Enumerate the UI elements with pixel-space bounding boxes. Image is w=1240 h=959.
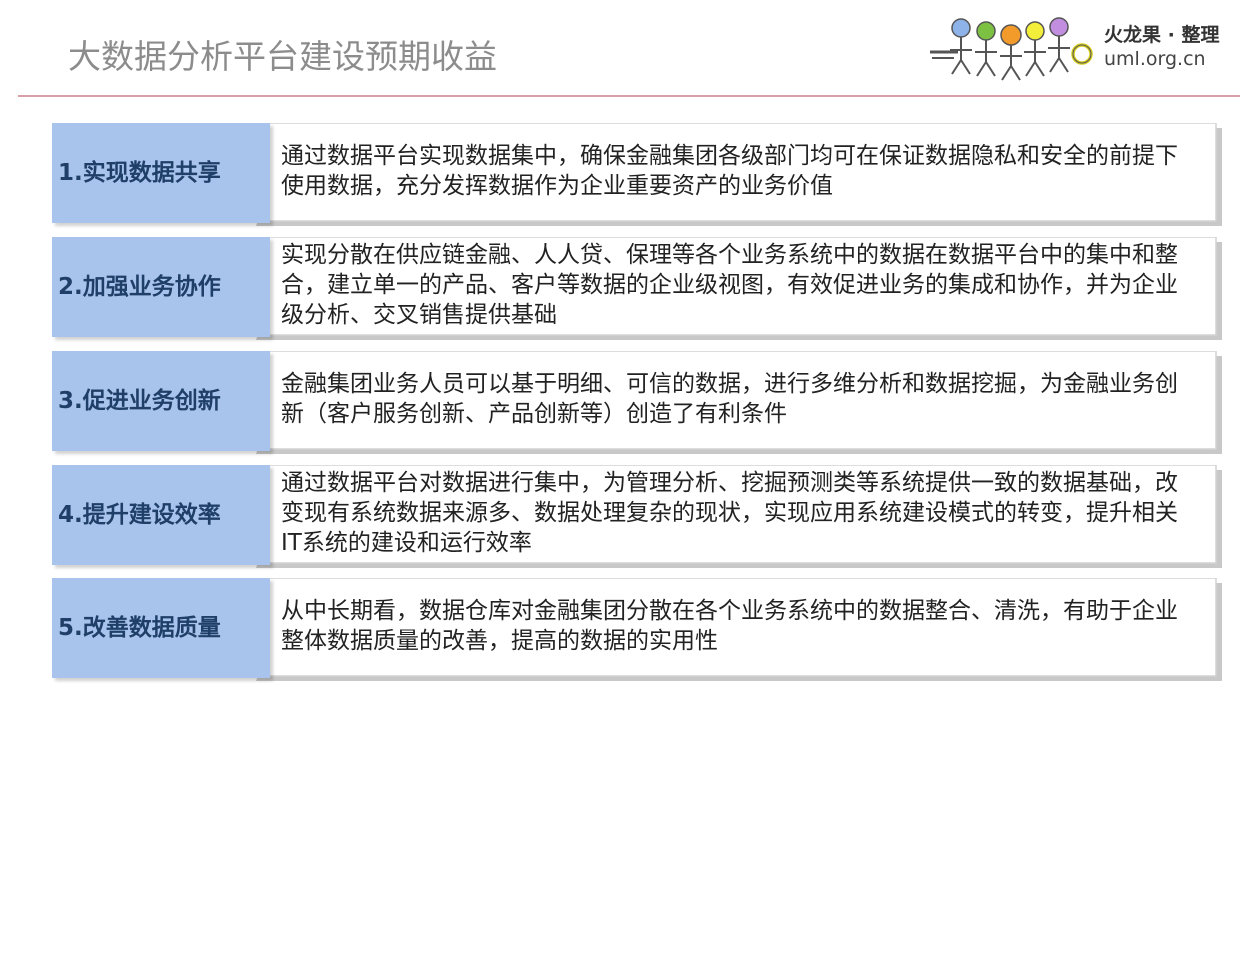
benefit-description-box: 从中长期看，数据仓库对金融集团分散在各个业务系统中的数据整合、清洗，有助于企业整… bbox=[248, 578, 1222, 681]
benefit-description-box: 金融集团业务人员可以基于明细、可信的数据，进行多维分析和数据挖掘，为金融业务创新… bbox=[248, 351, 1222, 454]
benefit-row: 通过数据平台实现数据集中，确保金融集团各级部门均可在保证数据隐私和安全的前提下使… bbox=[52, 123, 1224, 226]
benefit-label: 5.改善数据质量 bbox=[58, 615, 221, 641]
benefit-description: 实现分散在供应链金融、人人贷、保理等各个业务系统中的数据在数据平台中的集中和整合… bbox=[281, 242, 1178, 328]
benefit-row: 从中长期看，数据仓库对金融集团分散在各个业务系统中的数据整合、清洗，有助于企业整… bbox=[52, 578, 1224, 681]
benefit-label-box: 1.实现数据共享 bbox=[52, 123, 270, 223]
benefit-row: 金融集团业务人员可以基于明细、可信的数据，进行多维分析和数据挖掘，为金融业务创新… bbox=[52, 351, 1224, 454]
benefit-description-box: 通过数据平台实现数据集中，确保金融集团各级部门均可在保证数据隐私和安全的前提下使… bbox=[248, 123, 1222, 226]
benefit-label: 4.提升建设效率 bbox=[58, 502, 221, 528]
benefit-label-box: 2.加强业务协作 bbox=[52, 237, 270, 337]
benefit-description: 通过数据平台实现数据集中，确保金融集团各级部门均可在保证数据隐私和安全的前提下使… bbox=[281, 143, 1178, 199]
benefit-description-box: 实现分散在供应链金融、人人贷、保理等各个业务系统中的数据在数据平台中的集中和整合… bbox=[248, 237, 1222, 340]
benefit-label-box: 3.促进业务创新 bbox=[52, 351, 270, 451]
benefit-label: 3.促进业务创新 bbox=[58, 388, 221, 414]
benefit-list: 通过数据平台实现数据集中，确保金融集团各级部门均可在保证数据隐私和安全的前提下使… bbox=[0, 0, 1240, 959]
benefit-label: 2.加强业务协作 bbox=[58, 274, 221, 300]
benefit-row: 实现分散在供应链金融、人人贷、保理等各个业务系统中的数据在数据平台中的集中和整合… bbox=[52, 237, 1224, 340]
benefit-label-box: 4.提升建设效率 bbox=[52, 465, 270, 565]
benefit-description-box: 通过数据平台对数据进行集中，为管理分析、挖掘预测类等系统提供一致的数据基础，改变… bbox=[248, 465, 1222, 568]
benefit-description: 从中长期看，数据仓库对金融集团分散在各个业务系统中的数据整合、清洗，有助于企业整… bbox=[281, 598, 1178, 654]
benefit-row: 通过数据平台对数据进行集中，为管理分析、挖掘预测类等系统提供一致的数据基础，改变… bbox=[52, 465, 1224, 568]
benefit-label: 1.实现数据共享 bbox=[58, 160, 221, 186]
benefit-label-box: 5.改善数据质量 bbox=[52, 578, 270, 678]
benefit-description: 金融集团业务人员可以基于明细、可信的数据，进行多维分析和数据挖掘，为金融业务创新… bbox=[281, 371, 1178, 427]
benefit-description: 通过数据平台对数据进行集中，为管理分析、挖掘预测类等系统提供一致的数据基础，改变… bbox=[281, 470, 1178, 556]
